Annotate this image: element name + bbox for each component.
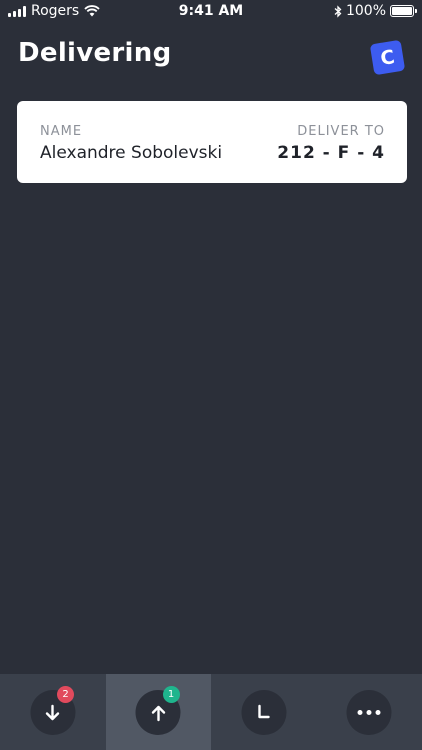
tab-more-circle bbox=[346, 690, 392, 735]
arrow-down-icon bbox=[46, 704, 60, 720]
page-title: Delivering bbox=[18, 38, 172, 68]
recipient-name: Alexandre Sobolevski bbox=[40, 143, 223, 163]
more-icon bbox=[357, 710, 381, 715]
brand-logo[interactable]: C bbox=[369, 39, 406, 76]
status-bar: Rogers 9:41 AM 100% bbox=[0, 0, 422, 22]
deliver-to-label: DELIVER TO bbox=[297, 124, 385, 139]
tab-history-circle bbox=[241, 690, 287, 735]
bluetooth-icon bbox=[334, 4, 342, 18]
incoming-count-badge: 2 bbox=[57, 686, 74, 703]
tab-incoming[interactable]: 2 bbox=[0, 674, 106, 750]
delivering-screen: Rogers 9:41 AM 100% Delivering C NAME DE… bbox=[0, 0, 422, 750]
battery-percent: 100% bbox=[345, 3, 386, 19]
battery-icon bbox=[390, 5, 417, 17]
tab-bar: 2 1 bbox=[0, 674, 422, 750]
tab-delivering[interactable]: 1 bbox=[105, 674, 211, 750]
tab-more[interactable] bbox=[317, 674, 422, 750]
delivering-count-badge: 1 bbox=[162, 686, 180, 703]
clock-icon bbox=[258, 704, 270, 718]
delivery-card[interactable]: NAME DELIVER TO Alexandre Sobolevski 212… bbox=[17, 101, 407, 183]
arrow-up-icon bbox=[151, 705, 165, 721]
status-right: 100% bbox=[334, 3, 417, 19]
tab-history[interactable] bbox=[211, 674, 317, 750]
delivery-location: 212 - F - 4 bbox=[277, 143, 385, 163]
name-label: NAME bbox=[40, 124, 83, 139]
